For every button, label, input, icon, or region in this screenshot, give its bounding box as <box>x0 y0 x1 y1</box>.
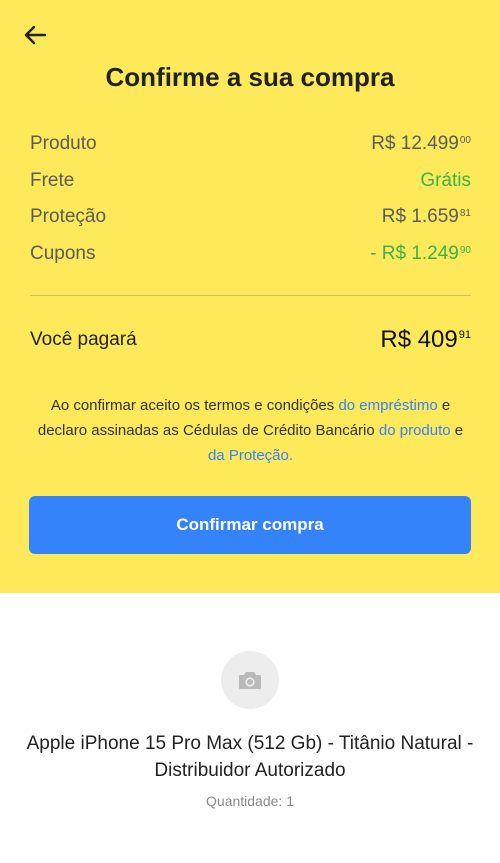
summary-amount: - R$ 1.24990 <box>370 243 471 264</box>
terms-text: Ao confirmar aceito os termos e condiçõe… <box>37 397 464 464</box>
summary-label: Proteção <box>30 206 107 227</box>
summary-amount: R$ 12.49900 <box>371 133 471 154</box>
summary-row-product: Produto R$ 12.49900 <box>30 129 471 159</box>
confirm-purchase-button[interactable]: Confirmar compra <box>29 496 471 554</box>
total-amount: R$ 40991 <box>380 326 471 353</box>
summary-amount: Grátis <box>420 170 471 191</box>
arrow-left-icon[interactable] <box>20 20 50 50</box>
protection-terms-link[interactable]: da Proteção. <box>208 447 293 464</box>
summary-label: Produto <box>30 133 97 154</box>
summary-amount: R$ 1.65981 <box>381 206 471 227</box>
loan-terms-link[interactable]: do empréstimo <box>338 397 437 414</box>
total-row: Você pagará R$ 40991 <box>30 320 471 360</box>
total-label: Você pagará <box>30 329 137 350</box>
camera-icon <box>239 672 261 689</box>
product-name: Apple iPhone 15 Pro Max (512 Gb) - Titân… <box>26 733 474 781</box>
divider <box>30 295 471 296</box>
page-title: Confirme a sua compra <box>105 62 395 92</box>
product-terms-link[interactable]: do produto <box>379 422 451 439</box>
summary-row-shipping: Frete Grátis <box>30 166 471 196</box>
summary-row-coupons: Cupons - R$ 1.24990 <box>30 239 471 269</box>
confirmation-panel: Confirme a sua compra Produto R$ 12.4990… <box>0 0 500 593</box>
summary-row-protection: Proteção R$ 1.65981 <box>30 202 471 232</box>
summary-label: Cupons <box>30 243 96 264</box>
product-quantity: Quantidade: 1 <box>206 793 294 809</box>
product-thumbnail <box>221 651 279 709</box>
summary-label: Frete <box>30 170 75 191</box>
